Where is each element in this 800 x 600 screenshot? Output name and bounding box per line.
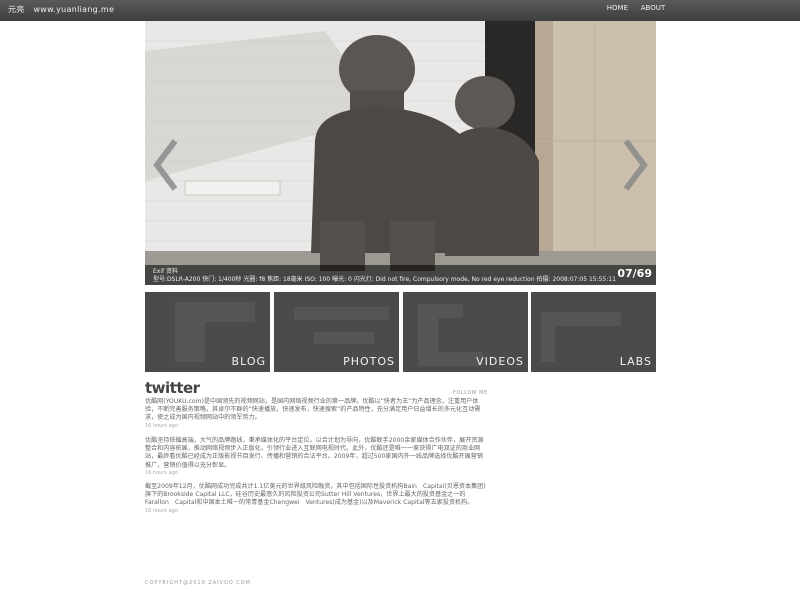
site-url[interactable]: www.yuanliang.me: [33, 5, 114, 14]
tweet-item: 优酷网(YOUKU.com)是中国领先的视频网站，是国内网络视频行业的第一品牌。…: [145, 398, 487, 429]
brand[interactable]: 元亮 www.yuanliang.me: [8, 4, 114, 15]
tweet-text: 优酷坚持依循高端，大气的品牌路线，秉承媒体化的平台定位，以合计划为导向，优酷联手…: [145, 437, 484, 469]
nav-about[interactable]: ABOUT: [641, 4, 665, 12]
tile-videos-label: VIDEOS: [476, 355, 524, 368]
tile-videos[interactable]: VIDEOS: [403, 292, 528, 372]
tweet-text: 截至2009年12月，优酷网成功完成共计1.1亿美元的世界级风险融资，其中包括国…: [145, 483, 486, 507]
tweet-text: 优酷网(YOUKU.com)是中国领先的视频网站，是国内网络视频行业的第一品牌。…: [145, 398, 481, 422]
next-slide-button[interactable]: [622, 139, 650, 191]
tile-photos[interactable]: PHOTOS: [274, 292, 399, 372]
tile-blog-label: BLOG: [231, 355, 266, 368]
site-logo[interactable]: 元亮: [8, 5, 25, 14]
exif-detail: 型号:DSLR-A200 快门: 1/400秒 光圈: f8 焦距: 18毫米 …: [153, 276, 616, 283]
tweet-time[interactable]: 16 hours ago: [145, 508, 487, 514]
tile-labs[interactable]: LABS: [531, 292, 656, 372]
tweet-time[interactable]: 16 hours ago: [145, 423, 487, 429]
prev-slide-button[interactable]: [151, 139, 179, 191]
section-tiles: BLOG PHOTOS VIDEOS LABS: [145, 292, 656, 372]
chevron-right-icon: [623, 139, 648, 191]
tweet-time[interactable]: 16 hours ago: [145, 470, 487, 476]
top-bar: 元亮 www.yuanliang.me HOME ABOUT: [0, 0, 800, 21]
slide-counter: 07/69: [617, 267, 652, 280]
tile-photos-label: PHOTOS: [343, 355, 395, 368]
hero-photo: [145, 21, 656, 285]
tweet-item: 截至2009年12月，优酷网成功完成共计1.1亿美元的世界级风险融资，其中包括国…: [145, 483, 487, 514]
photo-caption: Exif 资料 型号:DSLR-A200 快门: 1/400秒 光圈: f8 焦…: [145, 265, 656, 285]
main-nav: HOME ABOUT: [607, 4, 665, 12]
follow-me-link[interactable]: FOLLOW ME: [453, 390, 488, 396]
hero-slideshow: Exif 资料 型号:DSLR-A200 快门: 1/400秒 光圈: f8 焦…: [145, 21, 656, 285]
tweet-item: 优酷坚持依循高端，大气的品牌路线，秉承媒体化的平台定位，以合计划为导向，优酷联手…: [145, 437, 487, 476]
nav-home[interactable]: HOME: [607, 4, 628, 12]
twitter-logo: twitter: [145, 379, 200, 397]
tile-blog[interactable]: BLOG: [145, 292, 270, 372]
tile-labs-label: LABS: [619, 355, 652, 368]
chevron-left-icon: [153, 139, 178, 191]
footer-copyright: COPYRIGHT@2010 ZAIVOO.COM: [145, 580, 251, 586]
